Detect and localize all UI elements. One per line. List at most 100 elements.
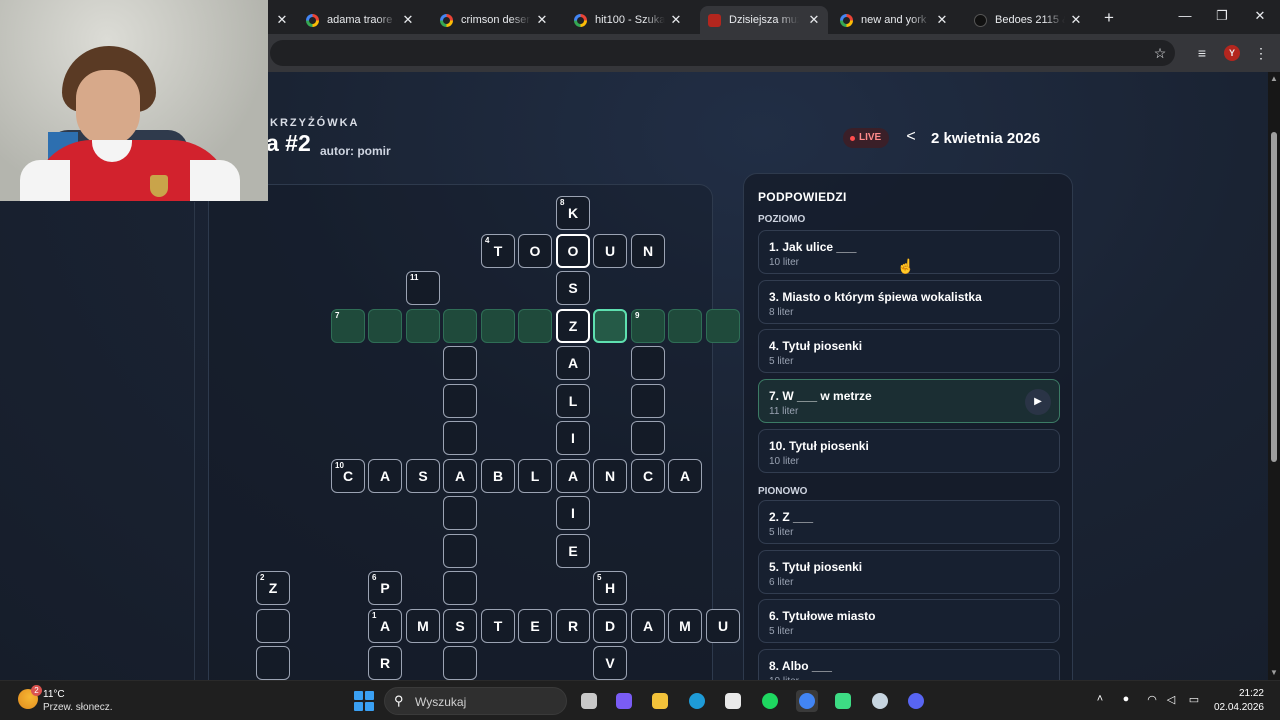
menu-kebab-icon[interactable]: ⋮ [1250, 42, 1272, 64]
crossword-cell[interactable]: S [406, 459, 440, 493]
crossword-cell[interactable] [443, 496, 477, 530]
browser-tab[interactable]: crimson desert c✕ [432, 6, 556, 34]
spotify-icon[interactable] [759, 690, 781, 712]
address-bar[interactable] [270, 40, 1175, 66]
edge-icon[interactable] [686, 690, 708, 712]
crossword-cell[interactable]: I [556, 496, 590, 530]
clue-item[interactable]: 5. Tytuł piosenki 6 liter [758, 550, 1060, 594]
close-tab-icon[interactable]: ✕ [934, 12, 950, 28]
crossword-cell[interactable] [443, 571, 477, 605]
crossword-cell[interactable]: E [556, 534, 590, 568]
crossword-cell[interactable] [256, 609, 290, 643]
media-control-icon[interactable]: ≡ [1191, 42, 1213, 64]
clue-item[interactable]: 10. Tytuł piosenki 10 liter [758, 429, 1060, 473]
crossword-cell[interactable]: 10 C [331, 459, 365, 493]
crossword-cell[interactable]: A [631, 609, 665, 643]
crossword-cell[interactable]: S [443, 609, 477, 643]
browser-tab[interactable]: hit100 - Szukaj w✕ [566, 6, 690, 34]
crossword-cell[interactable] [631, 346, 665, 380]
crossword-cell[interactable]: A [556, 459, 590, 493]
minimize-button[interactable]: — [1175, 8, 1195, 23]
crossword-cell[interactable]: L [556, 384, 590, 418]
copilot-icon[interactable] [613, 690, 635, 712]
crossword-cell[interactable]: Z [556, 309, 590, 343]
crossword-cell[interactable]: 11 [406, 271, 440, 305]
browser-tab[interactable]: Bedoes 2115 & J✕ [966, 6, 1090, 34]
bookmark-star-icon[interactable]: ☆ [1149, 42, 1171, 64]
chrome-icon[interactable] [796, 690, 818, 712]
crossword-cell[interactable] [443, 384, 477, 418]
taskbar-search[interactable]: ⚲ Wyszukaj [384, 687, 567, 715]
close-tab-icon[interactable]: ✕ [806, 12, 822, 28]
crossword-cell[interactable]: T [481, 609, 515, 643]
crossword-cell[interactable] [443, 646, 477, 680]
clock-time[interactable]: 21:22 [1222, 688, 1264, 699]
crossword-cell[interactable] [443, 534, 477, 568]
battery-icon[interactable]: ▭ [1186, 693, 1202, 706]
crossword-cell[interactable] [631, 421, 665, 455]
crossword-cell[interactable]: 4T [481, 234, 515, 268]
crossword-cell[interactable]: A [668, 459, 702, 493]
crossword-cell[interactable]: 6P [368, 571, 402, 605]
scroll-down-icon[interactable]: ▼ [1270, 668, 1278, 677]
page-scrollbar[interactable]: ▲ ▼ [1268, 72, 1280, 680]
crossword-cell[interactable]: B [481, 459, 515, 493]
clue-item[interactable]: 7. W ___ w metrze 11 liter ▶ [758, 379, 1060, 423]
discord-icon[interactable] [905, 690, 927, 712]
crossword-cell[interactable]: A [556, 346, 590, 380]
close-tab-icon[interactable]: ✕ [274, 12, 290, 28]
crossword-cell[interactable]: I [556, 421, 590, 455]
crossword-cell[interactable] [631, 384, 665, 418]
crossword-cell[interactable] [706, 309, 740, 343]
crossword-cell[interactable]: A [443, 459, 477, 493]
crossword-cell[interactable]: R [368, 646, 402, 680]
crossword-cell[interactable] [593, 309, 627, 343]
clock-date[interactable]: 02.04.2026 [1202, 702, 1264, 713]
folder-icon[interactable] [649, 690, 671, 712]
new-tab-button[interactable]: + [1100, 8, 1118, 28]
play-icon[interactable]: ▶ [1025, 389, 1051, 415]
close-window-button[interactable]: ✕ [1250, 8, 1270, 24]
crossword-cell[interactable] [443, 346, 477, 380]
crossword-cell[interactable]: A [368, 459, 402, 493]
weather-description[interactable]: Przew. słonecz. [43, 702, 112, 713]
crossword-cell[interactable]: 2Z [256, 571, 290, 605]
clue-item[interactable]: 2. Z ___ 5 liter [758, 500, 1060, 544]
crossword-cell[interactable]: M [668, 609, 702, 643]
crossword-cell[interactable]: 5H [593, 571, 627, 605]
steam-icon[interactable] [869, 690, 891, 712]
crossword-cell[interactable] [443, 421, 477, 455]
store-icon[interactable] [722, 690, 744, 712]
crossword-cell[interactable]: 9 [631, 309, 665, 343]
close-tab-icon[interactable]: ✕ [1068, 12, 1084, 28]
crossword-cell[interactable]: N [593, 459, 627, 493]
crossword-cell[interactable]: L [518, 459, 552, 493]
crossword-cell[interactable]: C [631, 459, 665, 493]
crossword-cell[interactable]: N [631, 234, 665, 268]
clue-item[interactable]: 3. Miasto o którym śpiewa wokalistka 8 li… [758, 280, 1060, 324]
crossword-cell[interactable]: U [706, 609, 740, 643]
volume-icon[interactable]: ◁ [1163, 693, 1179, 706]
live-badge[interactable]: LIVE [843, 128, 890, 148]
crossword-cell[interactable]: 7 [331, 309, 365, 343]
profile-avatar[interactable]: Y [1224, 45, 1240, 61]
crossword-cell[interactable] [406, 309, 440, 343]
clue-item[interactable]: 4. Tytuł piosenki 5 liter [758, 329, 1060, 373]
close-tab-icon[interactable]: ✕ [400, 12, 416, 28]
browser-tab[interactable]: adama traore - S✕ [298, 6, 422, 34]
browser-tab[interactable]: new and york - S✕ [832, 6, 956, 34]
crossword-cell[interactable] [481, 309, 515, 343]
maximize-button[interactable]: ❐ [1212, 8, 1232, 24]
show-hidden-icons-chevron-icon[interactable]: ˄ [1092, 693, 1108, 705]
wifi-icon[interactable]: ◠ [1144, 693, 1160, 706]
crossword-cell[interactable] [518, 309, 552, 343]
crossword-cell[interactable]: R [556, 609, 590, 643]
crossword-cell[interactable]: D [593, 609, 627, 643]
file-explorer-icon[interactable] [578, 690, 600, 712]
close-tab-icon[interactable]: ✕ [668, 12, 684, 28]
crossword-cell[interactable]: 1A [368, 609, 402, 643]
crossword-cell[interactable] [368, 309, 402, 343]
crossword-cell[interactable] [668, 309, 702, 343]
microphone-icon[interactable]: ● [1118, 693, 1134, 705]
weather-temperature[interactable]: 11°C [43, 689, 65, 700]
